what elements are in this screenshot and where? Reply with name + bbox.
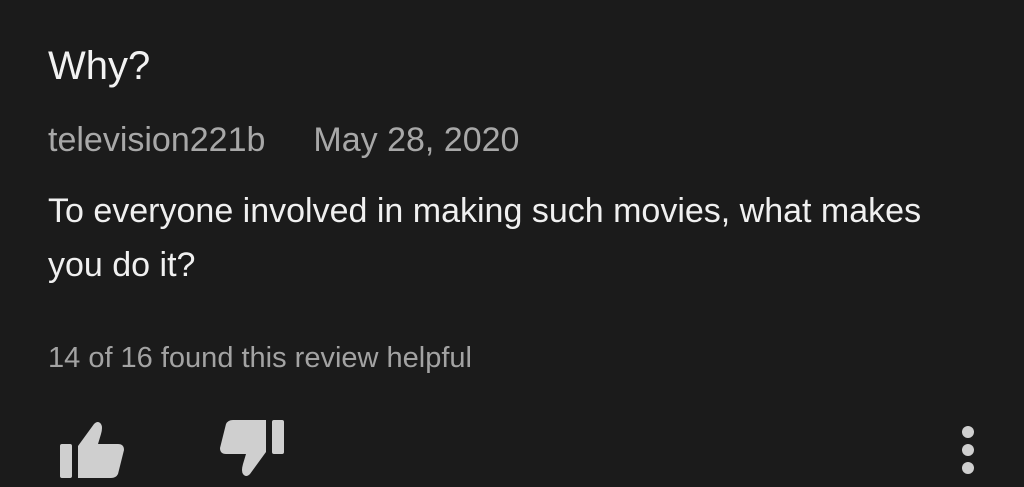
more-vert-icon — [948, 426, 988, 487]
review-body: To everyone involved in making such movi… — [48, 192, 922, 284]
review-author[interactable]: television221b — [48, 121, 265, 159]
helpful-count: 14 of 16 found this review helpful — [48, 342, 472, 374]
review-meta: television221b May 28, 2020 — [48, 118, 519, 162]
thumbs-up-button[interactable] — [56, 416, 128, 482]
thumbs-up-icon — [56, 416, 128, 482]
review-title: Why? — [48, 44, 151, 88]
thumbs-down-button[interactable] — [216, 416, 288, 482]
more-options-button[interactable] — [948, 420, 988, 484]
review-date: May 28, 2020 — [313, 121, 520, 159]
thumbs-down-icon — [216, 416, 288, 482]
review-card: Why? television221b May 28, 2020 To every… — [0, 0, 1024, 487]
